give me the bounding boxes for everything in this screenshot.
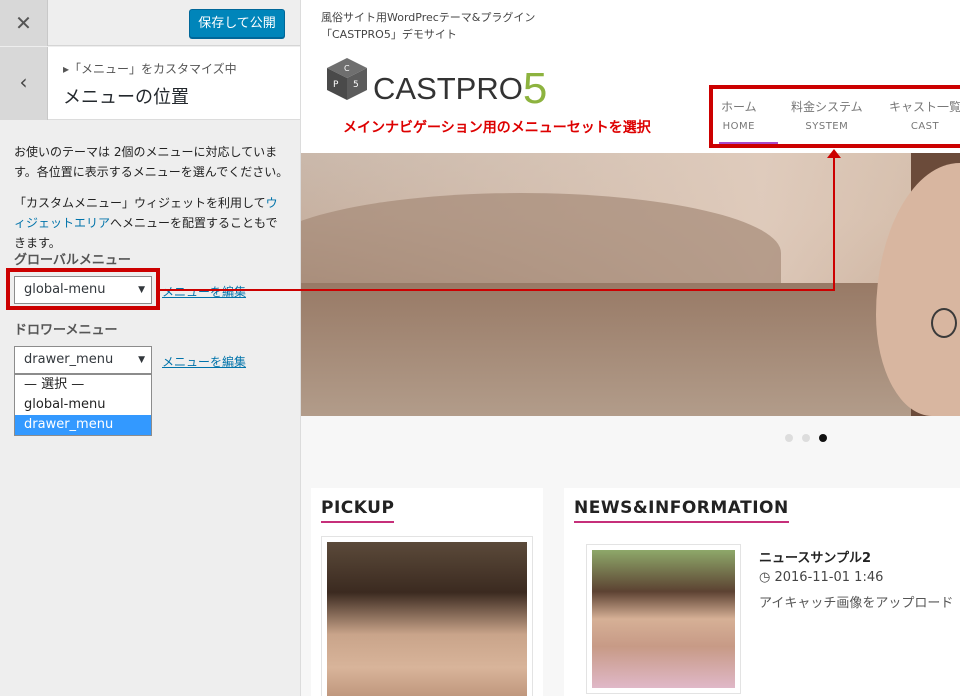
news-item-excerpt: アイキャッチ画像をアップロード [759, 596, 954, 611]
annotation-label: メインナビゲーション用のメニューセットを選択 [343, 120, 651, 136]
annotation-select-highlight [6, 268, 160, 310]
site-preview: 風俗サイト用WordPrecテーマ&プラグイン「CASTPRO5」デモサイト C… [301, 0, 960, 696]
section-header: ‹ ▸「メニュー」をカスタマイズ中 メニューの位置 [0, 47, 300, 120]
section-title: メニューの位置 [63, 87, 189, 108]
slider-dot[interactable] [802, 434, 810, 442]
annotation-arrow-up-icon [827, 149, 841, 158]
global-menu-label: グローバルメニュー [14, 253, 131, 268]
cube-logo-icon: C P 5 [327, 58, 367, 100]
clock-icon: ◷ [759, 570, 771, 585]
news-photo [592, 550, 735, 688]
hero-slider-image[interactable] [301, 153, 960, 416]
breadcrumb: ▸「メニュー」をカスタマイズ中 [63, 62, 237, 76]
description-text: 「カスタムメニュー」ウィジェットを利用して [14, 196, 266, 210]
close-icon[interactable]: ✕ [0, 0, 48, 46]
svg-text:5: 5 [353, 80, 359, 90]
news-item-title[interactable]: ニュースサンプル2 [759, 547, 871, 566]
site-logo[interactable]: C P 5 CASTPRO5 [325, 56, 555, 113]
logo-wordmark: CASTPRO5 [373, 60, 548, 113]
drawer-menu-select[interactable]: drawer_menu ▼ [14, 346, 152, 374]
news-item-date: ◷ 2016-11-01 1:46 [759, 570, 883, 585]
svg-text:P: P [333, 80, 339, 90]
select-value: drawer_menu [24, 352, 114, 367]
customizer-sidebar: ✕ 保存して公開 ‹ ▸「メニュー」をカスタマイズ中 メニューの位置 お使いのテ… [0, 0, 301, 696]
site-tagline: 風俗サイト用WordPrecテーマ&プラグイン「CASTPRO5」デモサイト [321, 11, 536, 41]
logo-number: 5 [522, 64, 548, 113]
news-date-text: 2016-11-01 1:46 [774, 570, 884, 585]
news-thumbnail[interactable] [586, 544, 741, 694]
pickup-thumbnail[interactable] [321, 536, 533, 696]
menu-locations-description: お使いのテーマは 2個のメニューに対応しています。各位置に表示するメニューを選ん… [14, 145, 289, 179]
news-section: NEWS&INFORMATION ニュースサンプル2 ◷ 2016-11-01 … [564, 488, 960, 696]
pickup-heading: PICKUP [321, 498, 395, 523]
hero-ground [301, 283, 960, 416]
drawer-menu-dropdown: — 選択 — global-menu drawer_menu [14, 374, 152, 436]
triangle-down-icon: ▼ [138, 355, 145, 365]
hero-earring [931, 308, 957, 338]
annotation-connector-horizontal [160, 289, 835, 291]
pickup-section: PICKUP [311, 488, 543, 696]
svg-text:C: C [344, 64, 350, 73]
drawer-menu-label: ドロワーメニュー [14, 323, 118, 338]
slider-dot-active[interactable] [819, 434, 827, 442]
annotation-nav-highlight [709, 85, 960, 148]
news-heading: NEWS&INFORMATION [574, 498, 789, 523]
customizer-header: ✕ 保存して公開 [0, 0, 300, 46]
edit-global-menu-link[interactable]: メニューを編集 [162, 283, 246, 300]
dropdown-option[interactable]: — 選択 — [15, 375, 151, 395]
dropdown-option-selected[interactable]: drawer_menu [15, 415, 151, 435]
pickup-photo [327, 542, 527, 696]
logo-text: CASTPRO [373, 71, 523, 106]
edit-drawer-menu-link[interactable]: メニューを編集 [162, 353, 246, 370]
annotation-connector-vertical [833, 155, 835, 291]
slider-dot[interactable] [785, 434, 793, 442]
chevron-left-icon[interactable]: ‹ [0, 47, 48, 120]
save-publish-button[interactable]: 保存して公開 [189, 9, 285, 38]
widget-area-description: 「カスタムメニュー」ウィジェットを利用してウィジェットエリアへメニューを配置する… [14, 193, 289, 253]
dropdown-option[interactable]: global-menu [15, 395, 151, 415]
